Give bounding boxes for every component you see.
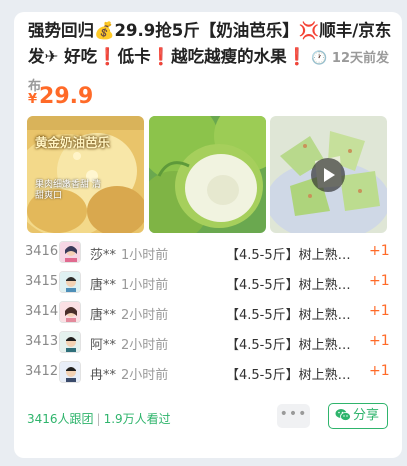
photo-overlay-title: 黄金奶油芭乐 bbox=[35, 135, 111, 150]
participant-time: 2小时前 bbox=[121, 338, 169, 353]
participant-order: 【4.5-5斤】树上熟… bbox=[226, 368, 351, 383]
price-currency: ¥ bbox=[28, 92, 38, 107]
group-stats: 3416人跟团 | 1.9万人看过 bbox=[27, 410, 171, 427]
product-photo-1[interactable]: 黄金奶油芭乐 果肉细嫩香甜 清甜爽口 bbox=[27, 116, 144, 233]
avatar bbox=[59, 301, 81, 323]
view-count: 1.9万人看过 bbox=[103, 412, 171, 426]
participant-name: 唐** bbox=[90, 278, 117, 293]
participant-time: 2小时前 bbox=[121, 308, 169, 323]
participant-qty: +1 bbox=[369, 243, 390, 259]
participant-qty: +1 bbox=[369, 303, 390, 319]
wechat-icon bbox=[335, 409, 351, 421]
participant-number: 3415 bbox=[25, 274, 59, 289]
stats-divider: | bbox=[96, 412, 101, 426]
participant-number: 3412 bbox=[25, 364, 59, 379]
photo-overlay-sub: 果肉细嫩香甜 清甜爽口 bbox=[35, 180, 101, 201]
participant-qty: +1 bbox=[369, 363, 390, 379]
participant-time: 1小时前 bbox=[121, 278, 169, 293]
participant-row[interactable]: 3415 唐** 1小时前 【4.5-5斤】树上熟… +1 bbox=[14, 267, 402, 297]
price: ¥29.9 bbox=[28, 82, 93, 115]
share-button[interactable]: 分享 bbox=[328, 403, 388, 429]
participant-row[interactable]: 3416 莎** 1小时前 【4.5-5斤】树上熟… +1 bbox=[14, 237, 402, 267]
more-button[interactable]: ••• bbox=[277, 404, 310, 428]
participant-order: 【4.5-5斤】树上熟… bbox=[226, 338, 351, 353]
avatar bbox=[59, 331, 81, 353]
participant-list: 3416 莎** 1小时前 【4.5-5斤】树上熟… +1 3415 唐** 1… bbox=[14, 237, 402, 387]
participant-row[interactable]: 3413 阿** 2小时前 【4.5-5斤】树上熟… +1 bbox=[14, 327, 402, 357]
play-icon[interactable] bbox=[311, 158, 345, 192]
participant-number: 3413 bbox=[25, 334, 59, 349]
more-icon: ••• bbox=[279, 406, 308, 422]
participant-order: 【4.5-5斤】树上熟… bbox=[226, 278, 351, 293]
product-video[interactable] bbox=[270, 116, 387, 233]
avatar bbox=[59, 241, 81, 263]
price-value: 29.9 bbox=[39, 84, 94, 109]
participant-order: 【4.5-5斤】树上熟… bbox=[226, 248, 351, 263]
participant-order: 【4.5-5斤】树上熟… bbox=[226, 308, 351, 323]
participant-qty: +1 bbox=[369, 333, 390, 349]
participant-row[interactable]: 3414 唐** 2小时前 【4.5-5斤】树上熟… +1 bbox=[14, 297, 402, 327]
participant-name: 冉** bbox=[90, 368, 117, 383]
participant-name: 阿** bbox=[90, 338, 117, 353]
product-photo-2[interactable] bbox=[149, 116, 266, 233]
participant-name: 莎** bbox=[90, 248, 117, 263]
share-label: 分享 bbox=[353, 408, 380, 423]
group-count: 3416人跟团 bbox=[27, 412, 94, 426]
avatar bbox=[59, 271, 81, 293]
participant-time: 2小时前 bbox=[121, 368, 169, 383]
participant-number: 3414 bbox=[25, 304, 59, 319]
group-buy-card[interactable]: 强势回归💰29.9抢5斤【奶油芭乐】💢顺丰/京东发✈ 好吃❗低卡❗越吃越瘦的水果… bbox=[14, 12, 402, 458]
participant-row[interactable]: 3412 冉** 2小时前 【4.5-5斤】树上熟… +1 bbox=[14, 357, 402, 387]
avatar bbox=[59, 361, 81, 383]
guava-halves-image bbox=[149, 116, 266, 233]
participant-time: 1小时前 bbox=[121, 248, 169, 263]
participant-name: 唐** bbox=[90, 308, 117, 323]
participant-number: 3416 bbox=[25, 244, 59, 259]
participant-qty: +1 bbox=[369, 273, 390, 289]
